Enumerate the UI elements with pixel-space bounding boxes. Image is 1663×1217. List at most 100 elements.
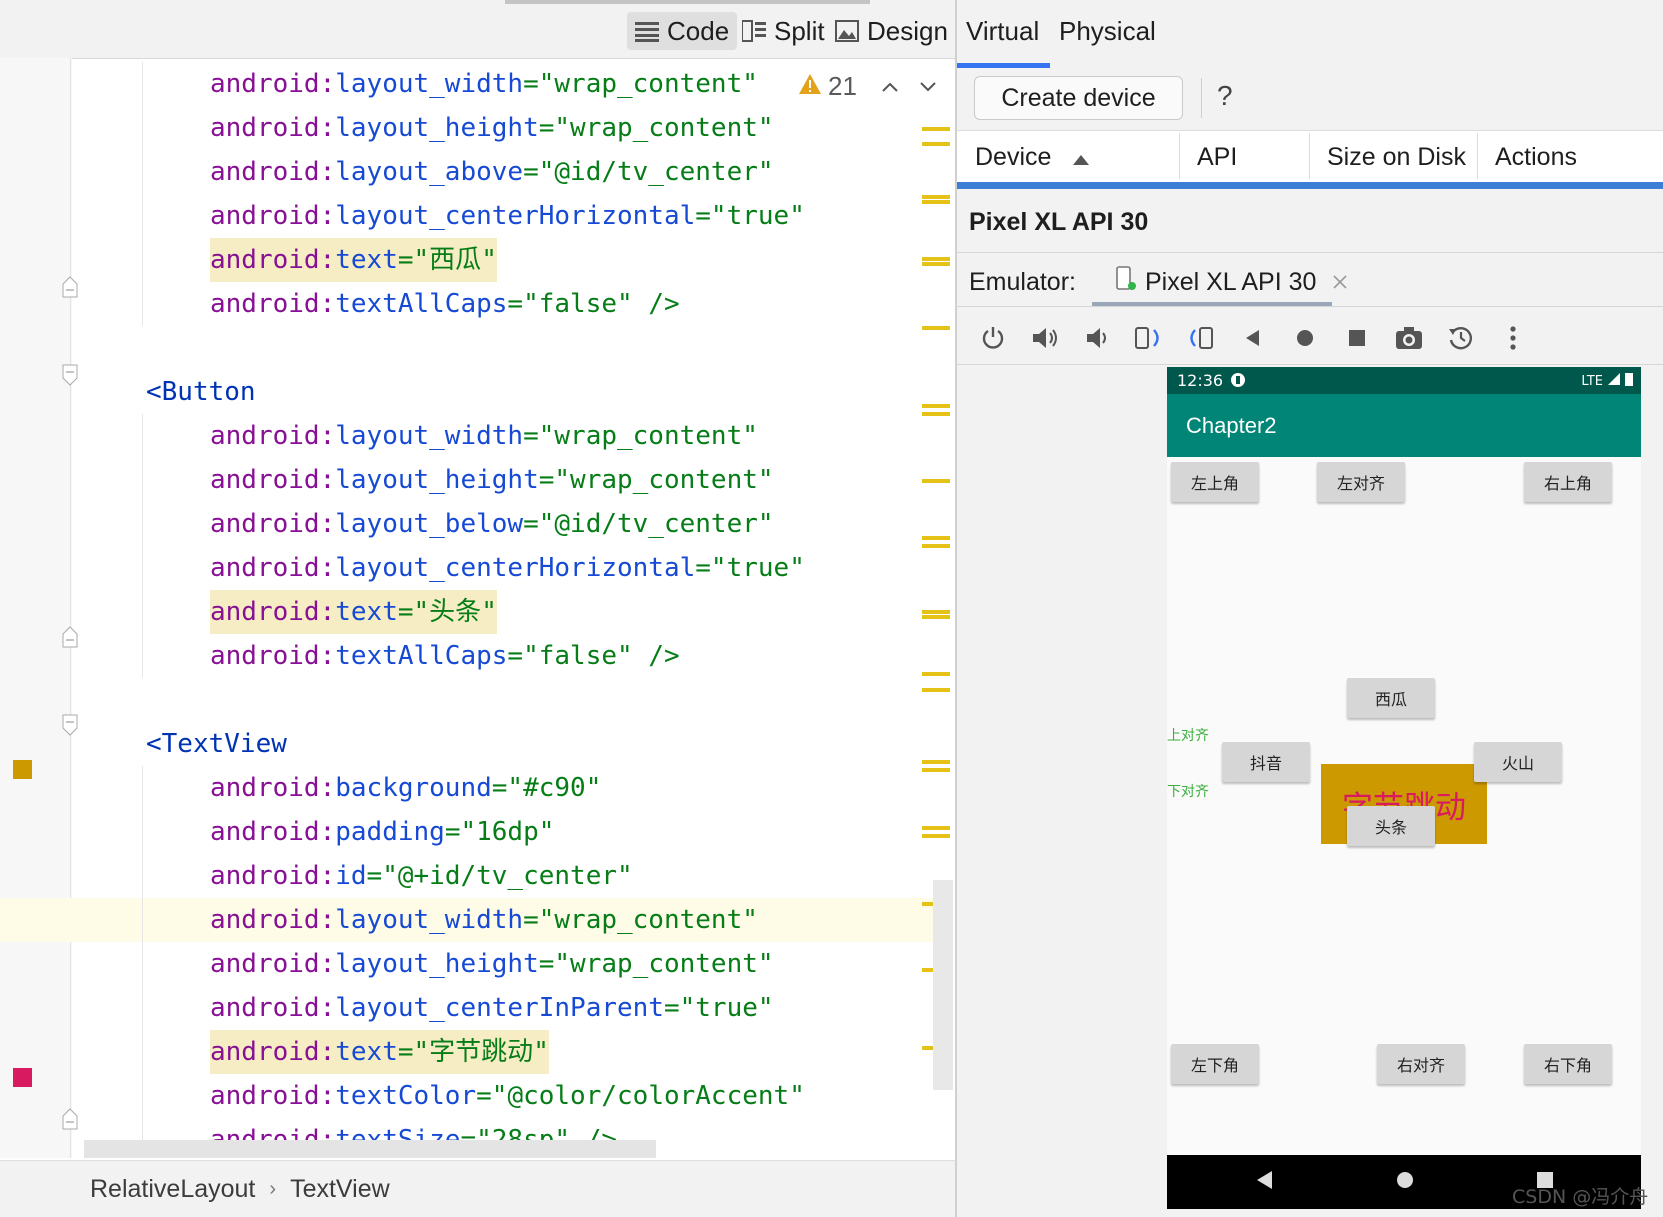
code-line[interactable]: android:layout_below="@id/tv_center" [0,502,935,546]
warning-stripe-mark[interactable] [922,610,950,614]
column-device[interactable]: Device [957,131,1179,183]
code-line[interactable]: android:layout_centerHorizontal="true" [0,194,935,238]
design-view-button[interactable]: Design [827,12,956,50]
back-icon[interactable] [1227,318,1279,358]
code-token: text [335,597,398,627]
nav-back-icon[interactable] [1255,1169,1275,1195]
breadcrumb-item[interactable]: RelativeLayout [90,1175,255,1204]
code-line[interactable]: android:textAllCaps="false" /> [0,282,935,326]
column-api[interactable]: API [1179,131,1309,183]
button-align-left[interactable]: 左对齐 [1317,462,1405,502]
warning-stripe-mark[interactable] [922,142,950,146]
warning-stripe-mark[interactable] [922,257,950,261]
code-token: layout_height [335,465,539,495]
warning-stripe-mark[interactable] [922,404,950,408]
code-token: android: [210,641,336,671]
code-line[interactable]: android:padding="16dp" [0,810,935,854]
button-xigua[interactable]: 西瓜 [1347,678,1435,718]
warning-stripe-mark[interactable] [922,760,950,764]
breadcrumb-item[interactable]: TextView [290,1175,390,1204]
warning-stripe-mark[interactable] [922,127,950,131]
rotate-left-icon[interactable] [1123,318,1175,358]
warning-stripe-mark[interactable] [922,688,950,692]
code-line[interactable]: android:layout_width="wrap_content" [0,414,935,458]
warning-stripe-mark[interactable] [922,826,950,830]
warning-stripe-mark[interactable] [922,536,950,540]
code-line[interactable]: android:layout_height="wrap_content" [0,942,935,986]
code-line[interactable]: android:textColor="@color/colorAccent" [0,1074,935,1118]
close-icon[interactable] [1332,268,1348,297]
button-top-left[interactable]: 左上角 [1171,462,1259,502]
label-align-top: 上对齐 [1167,728,1209,744]
warning-stripe-mark[interactable] [922,412,950,416]
warning-stripe-mark[interactable] [922,834,950,838]
code-area[interactable]: android:layout_width="wrap_content" andro… [0,58,935,1158]
code-line[interactable]: android:layout_height="wrap_content" [0,458,935,502]
emulator-screen[interactable]: 12:36 LTE Chapter2 左上角 左对齐 右上角 西瓜 抖音 字节跳… [1167,367,1641,1209]
volume-down-icon[interactable] [1071,318,1123,358]
warning-stripe-mark[interactable] [922,615,950,619]
button-douyin[interactable]: 抖音 [1222,742,1310,782]
power-icon[interactable] [967,318,1019,358]
code-token: " [757,465,774,495]
warning-stripe-mark[interactable] [922,200,950,204]
column-size[interactable]: Size on Disk [1309,131,1477,183]
chevron-up-icon[interactable] [881,72,899,100]
label-align-bottom: 下对齐 [1167,784,1209,800]
code-line[interactable]: android:textAllCaps="false" /> [0,634,935,678]
code-line[interactable]: android:layout_width="wrap_content" [0,898,935,942]
camera-icon[interactable] [1383,318,1435,358]
code-line[interactable]: android:text="头条" [0,590,935,634]
warning-stripe-mark[interactable] [922,262,950,266]
code-line[interactable]: <Button [0,370,935,414]
code-line[interactable]: android:layout_above="@id/tv_center" [0,150,935,194]
volume-up-icon[interactable] [1019,318,1071,358]
horizontal-scrollbar[interactable] [84,1140,656,1158]
code-view-button[interactable]: Code [627,12,738,50]
tab-physical[interactable]: Physical [1059,16,1156,47]
warning-stripe-mark[interactable] [922,768,950,772]
emulator-tab[interactable]: Pixel XL API 30 [1115,262,1348,302]
home-icon[interactable] [1279,318,1331,358]
code-line[interactable] [0,678,935,722]
code-line[interactable]: android:text="字节跳动" [0,1030,935,1074]
button-toutiao[interactable]: 头条 [1347,806,1435,846]
tab-virtual[interactable]: Virtual [966,16,1039,47]
code-line[interactable]: android:text="西瓜" [0,238,935,282]
code-line[interactable]: android:layout_width="wrap_content" [0,62,935,106]
vertical-scrollbar[interactable] [933,880,953,1090]
code-line[interactable]: android:layout_height="wrap_content" [0,106,935,150]
warning-stripe-mark[interactable] [922,672,950,676]
nav-home-icon[interactable] [1395,1169,1415,1195]
code-token: padding [335,817,445,847]
warning-stripe-mark[interactable] [922,326,950,330]
code-token: " [789,1081,805,1111]
rotate-right-icon[interactable] [1175,318,1227,358]
snapshot-icon[interactable] [1435,318,1487,358]
code-token: layout_width [335,905,524,935]
column-actions[interactable]: Actions [1477,131,1663,183]
code-line[interactable]: android:layout_centerInParent="true" [0,986,935,1030]
code-token: wrap_content [570,949,758,979]
create-device-button[interactable]: Create device [974,76,1183,120]
inspection-widget[interactable]: 21 [798,68,937,104]
button-bottom-left[interactable]: 左下角 [1171,1044,1259,1084]
warning-stripe-mark[interactable] [922,544,950,548]
button-top-right[interactable]: 右上角 [1524,462,1612,502]
button-bottom-right[interactable]: 右下角 [1524,1044,1612,1084]
split-view-button[interactable]: Split [734,12,833,50]
button-huoshan[interactable]: 火山 [1474,742,1562,782]
status-network: LTE [1581,373,1603,389]
code-line[interactable]: android:background="#c90" [0,766,935,810]
warning-stripe-mark[interactable] [922,195,950,199]
help-button[interactable]: ? [1217,80,1233,112]
code-line[interactable]: android:id="@+id/tv_center" [0,854,935,898]
code-line[interactable]: <TextView [0,722,935,766]
warning-stripe-mark[interactable] [922,479,950,483]
overview-icon[interactable] [1331,318,1383,358]
button-align-right[interactable]: 右对齐 [1377,1044,1465,1084]
more-options-icon[interactable] [1487,318,1539,358]
split-view-label: Split [774,15,825,46]
code-line[interactable] [0,326,935,370]
code-line[interactable]: android:layout_centerHorizontal="true" [0,546,935,590]
